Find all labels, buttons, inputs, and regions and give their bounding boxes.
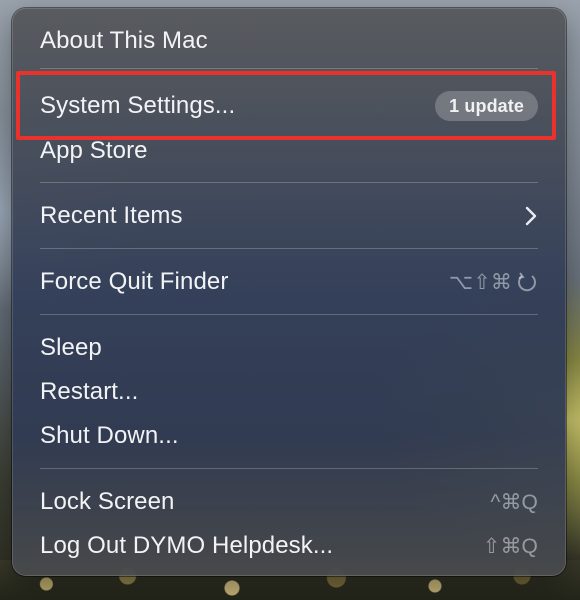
menu-item-label: Lock Screen xyxy=(40,488,175,515)
menu-separator xyxy=(40,314,538,315)
menu-item-shut-down[interactable]: Shut Down... xyxy=(28,416,550,456)
menu-item-restart[interactable]: Restart... xyxy=(28,372,550,412)
menu-separator xyxy=(40,68,538,69)
keyboard-shortcut: ^⌘Q xyxy=(490,490,538,514)
shortcut-keys: ⌥⇧⌘ xyxy=(448,270,512,294)
menu-item-label: Sleep xyxy=(40,334,102,361)
menu-item-label: About This Mac xyxy=(40,27,208,54)
menu-item-label: Log Out DYMO Helpdesk... xyxy=(40,532,334,559)
menu-item-about-this-mac[interactable]: About This Mac xyxy=(28,21,550,61)
menu-item-sleep[interactable]: Sleep xyxy=(28,328,550,368)
menu-item-system-settings[interactable]: System Settings... 1 update xyxy=(28,86,550,126)
apple-menu: About This Mac System Settings... 1 upda… xyxy=(12,8,566,576)
menu-item-log-out[interactable]: Log Out DYMO Helpdesk... ⇧⌘Q xyxy=(28,526,550,566)
menu-item-label: Force Quit Finder xyxy=(40,268,229,295)
menu-item-force-quit-finder[interactable]: Force Quit Finder ⌥⇧⌘ xyxy=(28,262,550,302)
menu-item-app-store[interactable]: App Store xyxy=(28,131,550,171)
menu-item-label: App Store xyxy=(40,137,148,164)
keyboard-shortcut: ⇧⌘Q xyxy=(482,534,538,558)
menu-separator xyxy=(40,468,538,469)
menu-item-label: Recent Items xyxy=(40,202,183,229)
menu-item-label: Restart... xyxy=(40,378,139,405)
menu-separator xyxy=(40,182,538,183)
escape-key-icon xyxy=(516,271,538,293)
keyboard-shortcut: ⌥⇧⌘ xyxy=(449,270,538,295)
menu-item-lock-screen[interactable]: Lock Screen ^⌘Q xyxy=(28,482,550,522)
menu-separator xyxy=(40,248,538,249)
chevron-right-icon xyxy=(524,206,538,226)
update-count-badge: 1 update xyxy=(435,91,538,121)
menu-item-label: System Settings... xyxy=(40,92,236,119)
menu-item-recent-items[interactable]: Recent Items xyxy=(28,196,550,236)
menu-item-label: Shut Down... xyxy=(40,422,179,449)
